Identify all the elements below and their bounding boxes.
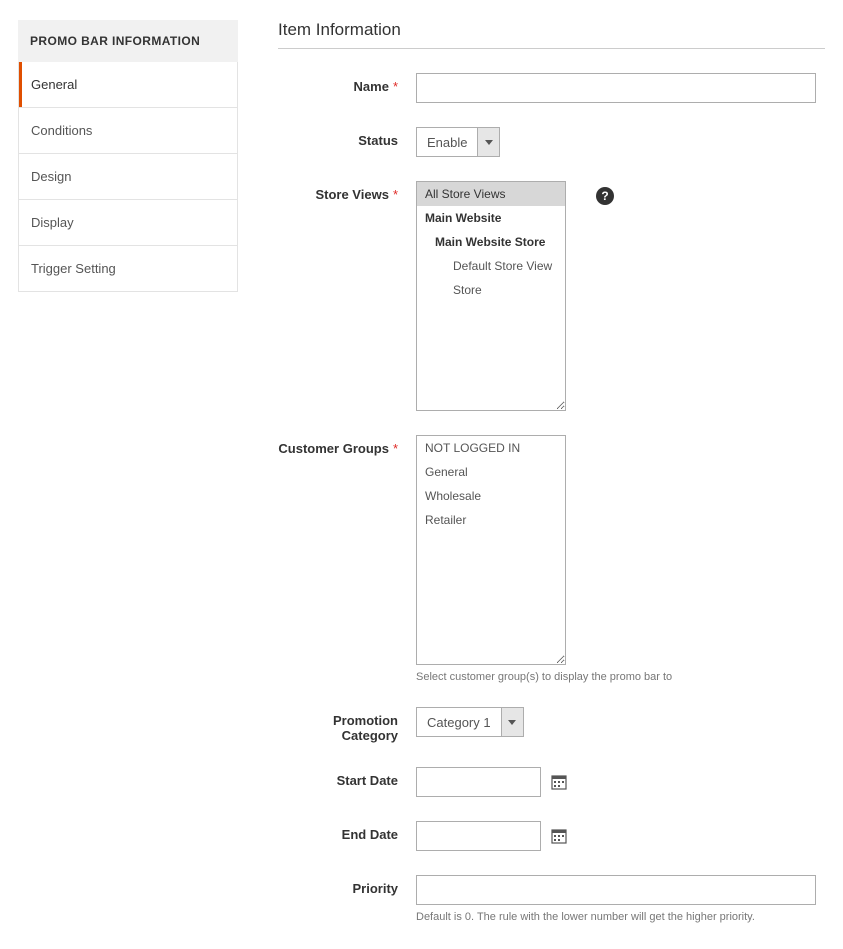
calendar-icon[interactable] — [551, 774, 567, 790]
customer-group-option[interactable]: General — [417, 460, 565, 484]
row-name: Name* — [278, 73, 825, 103]
row-customer-groups: Customer Groups* NOT LOGGED INGeneralWho… — [278, 435, 825, 683]
chevron-down-icon — [501, 708, 523, 736]
label-end-date: End Date — [278, 821, 416, 851]
row-store-views: Store Views* All Store ViewsMain Website… — [278, 181, 825, 411]
label-store-views: Store Views* — [278, 181, 416, 411]
section-title: Item Information — [278, 20, 825, 49]
label-promotion-category: Promotion Category — [278, 707, 416, 743]
label-customer-groups: Customer Groups* — [278, 435, 416, 683]
calendar-icon[interactable] — [551, 828, 567, 844]
customer-groups-note: Select customer group(s) to display the … — [416, 671, 672, 683]
row-start-date: Start Date — [278, 767, 825, 797]
help-icon[interactable]: ? — [596, 187, 614, 205]
label-name: Name* — [278, 73, 416, 103]
customer-group-option[interactable]: Wholesale — [417, 484, 565, 508]
sidebar-header: PROMO BAR INFORMATION — [18, 20, 238, 62]
sidebar: PROMO BAR INFORMATION GeneralConditionsD… — [18, 20, 238, 929]
store-view-option[interactable]: Store — [417, 278, 565, 302]
promotion-category-select[interactable]: Category 1 — [416, 707, 524, 737]
priority-input[interactable] — [416, 875, 816, 905]
row-status: Status Enable — [278, 127, 825, 157]
label-start-date: Start Date — [278, 767, 416, 797]
row-promotion-category: Promotion Category Category 1 — [278, 707, 825, 743]
sidebar-item-general[interactable]: General — [19, 62, 237, 108]
store-view-option[interactable]: Main Website — [417, 206, 565, 230]
store-views-multiselect[interactable]: All Store ViewsMain WebsiteMain Website … — [416, 181, 566, 411]
sidebar-item-design[interactable]: Design — [19, 154, 237, 200]
store-view-option[interactable]: Main Website Store — [417, 230, 565, 254]
sidebar-item-trigger-setting[interactable]: Trigger Setting — [19, 246, 237, 291]
status-select[interactable]: Enable — [416, 127, 500, 157]
label-status: Status — [278, 127, 416, 157]
store-view-option[interactable]: Default Store View — [417, 254, 565, 278]
row-priority: Priority Default is 0. The rule with the… — [278, 875, 825, 923]
main-panel: Item Information Name* Status Enable — [278, 20, 825, 929]
customer-group-option[interactable]: Retailer — [417, 508, 565, 532]
customer-groups-multiselect[interactable]: NOT LOGGED INGeneralWholesaleRetailer — [416, 435, 566, 665]
start-date-input[interactable] — [416, 767, 541, 797]
customer-group-option[interactable]: NOT LOGGED IN — [417, 436, 565, 460]
priority-note: Default is 0. The rule with the lower nu… — [416, 911, 816, 923]
end-date-input[interactable] — [416, 821, 541, 851]
store-view-option[interactable]: All Store Views — [417, 182, 565, 206]
label-priority: Priority — [278, 875, 416, 923]
name-input[interactable] — [416, 73, 816, 103]
chevron-down-icon — [477, 128, 499, 156]
sidebar-item-conditions[interactable]: Conditions — [19, 108, 237, 154]
sidebar-item-display[interactable]: Display — [19, 200, 237, 246]
row-end-date: End Date — [278, 821, 825, 851]
